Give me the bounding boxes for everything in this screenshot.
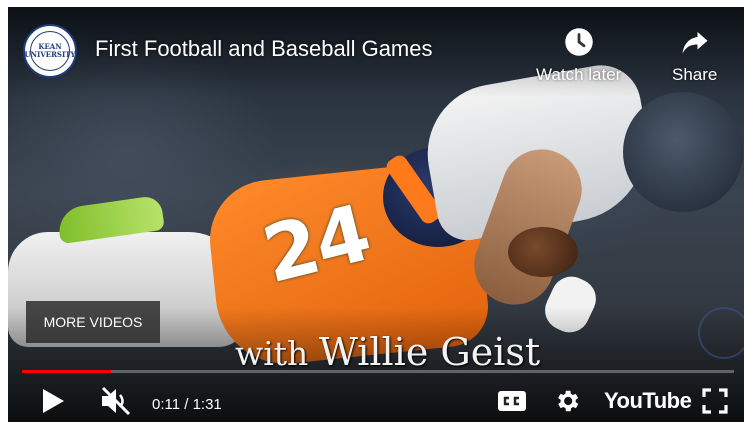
video-title[interactable]: First Football and Baseball Games	[95, 36, 433, 62]
more-videos-button[interactable]: MORE VIDEOS	[26, 301, 160, 343]
progress-played	[22, 370, 111, 373]
youtube-logo[interactable]: YouTube	[604, 386, 692, 416]
gear-icon	[558, 390, 579, 412]
share-button[interactable]: Share	[672, 27, 717, 85]
muted-speaker-icon	[101, 386, 131, 416]
play-icon	[43, 389, 64, 413]
clock-icon	[564, 28, 593, 56]
play-button[interactable]	[40, 386, 66, 416]
football	[508, 227, 578, 277]
fullscreen-icon	[702, 388, 728, 414]
video-player-frame: 24 with Willie Geist KEAN UNIVERSITY Fir…	[0, 0, 748, 426]
fullscreen-button[interactable]	[702, 386, 728, 416]
settings-button[interactable]	[553, 386, 581, 416]
watch-later-label: Watch later	[536, 65, 622, 84]
captions-button[interactable]	[497, 386, 527, 416]
share-arrow-icon	[682, 32, 708, 54]
progress-bar[interactable]	[22, 370, 734, 373]
closed-captions-icon	[498, 391, 526, 411]
mute-button[interactable]	[100, 386, 132, 416]
time-display: 0:11 / 1:31	[152, 395, 222, 413]
video-caption-overlay: with Willie Geist	[235, 330, 540, 374]
watch-later-button[interactable]: Watch later	[536, 27, 621, 85]
university-seal-icon: KEAN UNIVERSITY	[25, 31, 75, 71]
caption-name: Willie Geist	[318, 330, 541, 374]
seahawks-helmet	[623, 92, 743, 212]
channel-watermark[interactable]	[698, 307, 744, 359]
channel-logo[interactable]: KEAN UNIVERSITY	[23, 24, 77, 78]
share-label: Share	[672, 65, 718, 84]
caption-prefix: with	[235, 334, 319, 373]
